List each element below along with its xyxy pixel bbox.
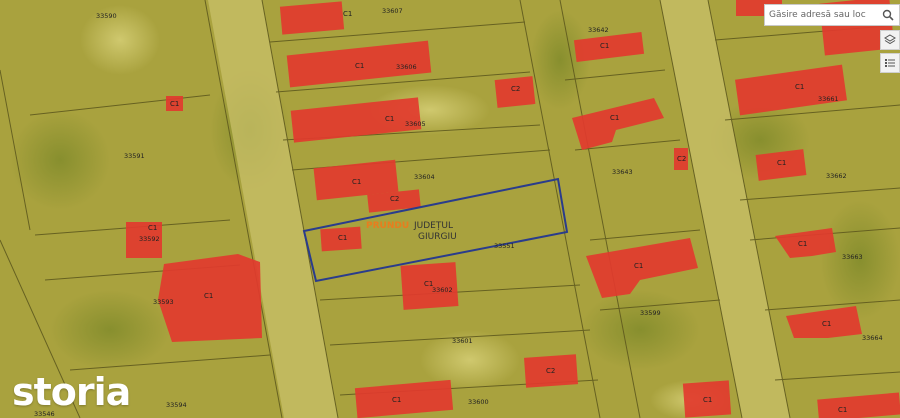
building-label: C1 [822, 320, 831, 328]
building-label: C1 [338, 234, 347, 242]
layers-icon [884, 34, 896, 45]
building-label: C1 [343, 10, 352, 18]
address-search [764, 4, 900, 26]
parcel-number: 33662 [826, 172, 847, 180]
building-label: C1 [352, 178, 361, 186]
parcel-number: 33602 [432, 286, 453, 294]
parcel-number: 33600 [468, 398, 489, 406]
parcel-number: 33592 [139, 235, 160, 243]
parcel-number: 33663 [842, 253, 863, 261]
building-label: C1 [703, 396, 712, 404]
storia-logo: storia [12, 370, 131, 414]
layers-button[interactable] [880, 30, 900, 50]
building-label: C1 [795, 83, 804, 91]
building-label: C1 [385, 115, 394, 123]
parcel-number: 33607 [382, 7, 403, 15]
building-label: C1 [600, 42, 609, 50]
parcel-number: 33643 [612, 168, 633, 176]
building-label: C2 [390, 195, 399, 203]
parcel-number: 33590 [96, 12, 117, 20]
parcel-number: 33605 [405, 120, 426, 128]
building-label: C1 [355, 62, 364, 70]
building-label: C1 [392, 396, 401, 404]
building-label: C1 [170, 100, 179, 108]
map-toolbar [760, 0, 900, 80]
legend-button[interactable] [880, 53, 900, 73]
building-label: C1 [148, 224, 157, 232]
parcel-number: 33601 [452, 337, 473, 345]
county-label-line1: JUDEȚUL [413, 221, 453, 231]
parcel-number: 33661 [818, 95, 839, 103]
parcel-number: 33594 [166, 401, 187, 409]
county-label-line2: GIURGIU [418, 232, 457, 242]
parcel-number: 33604 [414, 173, 435, 181]
parcel-number: 33599 [640, 309, 661, 317]
parcel-number: 33642 [588, 26, 609, 34]
building-label: C1 [798, 240, 807, 248]
parcel-number: 33591 [124, 152, 145, 160]
parcel-number: 33606 [396, 63, 417, 71]
building-label: C1 [610, 114, 619, 122]
building-label: C2 [511, 85, 520, 93]
building-33607 [279, 1, 345, 35]
building-label: C1 [777, 159, 786, 167]
parcel-number: 33664 [862, 334, 883, 342]
search-icon [882, 9, 894, 21]
search-button[interactable] [879, 6, 897, 24]
building-label: C1 [634, 262, 643, 270]
parcel-number: 33551 [494, 242, 515, 250]
locality-name: PRUNDU [366, 221, 409, 231]
building-label: C2 [546, 367, 555, 375]
parcel-number: 33593 [153, 298, 174, 306]
legend-icon [885, 59, 895, 67]
building-label: C1 [838, 406, 847, 414]
building-label: C2 [677, 155, 686, 163]
search-input[interactable] [769, 10, 879, 20]
building-label: C1 [204, 292, 213, 300]
